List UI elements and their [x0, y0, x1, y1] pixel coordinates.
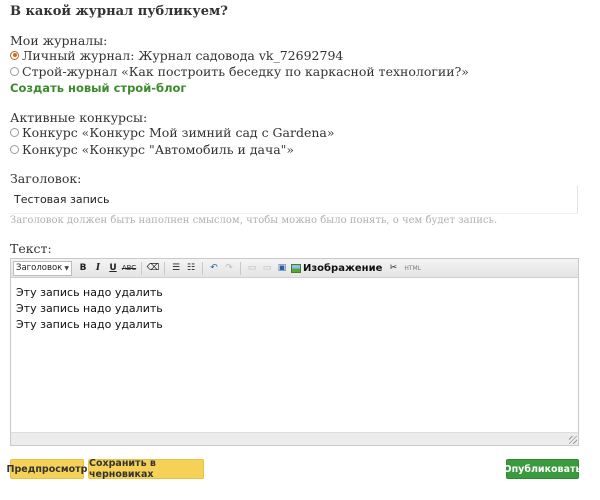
journal-option-personal[interactable]: Личный журнал: Журнал садовода vk_726927…	[10, 47, 343, 63]
create-blog-link[interactable]: Создать новый строй-блог	[10, 81, 186, 95]
underline-icon[interactable]: U	[106, 261, 120, 276]
insert-image-button[interactable]: Изображение	[291, 263, 382, 274]
radio-icon[interactable]	[10, 66, 19, 76]
format-select-value: Заголовок	[16, 263, 63, 273]
title-hint: Заголовок должен быть наполнен смыслом, …	[10, 215, 498, 226]
editor-line: Эту запись надо удалить	[16, 286, 163, 299]
insert-image-label: Изображение	[303, 262, 383, 274]
format-select[interactable]: Заголовок ▼	[13, 260, 72, 276]
preview-button[interactable]: Предпросмотр	[7, 459, 88, 479]
contest-option-label: Конкурс «Конкурс "Автомобиль и дача"»	[22, 141, 295, 157]
editor-statusbar	[11, 432, 578, 445]
editor-line: Эту запись надо удалить	[16, 302, 163, 315]
undo-icon[interactable]: ↶	[207, 261, 221, 276]
link-icon[interactable]: ▭	[245, 261, 259, 276]
contest-option-auto[interactable]: Конкурс «Конкурс "Автомобиль и дача"»	[10, 141, 294, 157]
editor-line: Эту запись надо удалить	[16, 318, 163, 331]
radio-icon[interactable]	[10, 127, 19, 137]
text-label: Текст:	[10, 241, 52, 256]
radio-icon[interactable]	[10, 144, 19, 154]
toolbar-divider	[240, 261, 241, 275]
radio-selected-icon[interactable]	[10, 50, 19, 60]
my-journals-label: Мои журналы:	[10, 33, 108, 48]
resize-handle-icon[interactable]	[569, 436, 577, 444]
contests-label: Активные конкурсы:	[10, 110, 148, 125]
toolbar-divider	[164, 261, 165, 275]
italic-icon[interactable]: I	[91, 261, 105, 276]
save-icon[interactable]: ▣	[275, 261, 289, 276]
toolbar-divider	[202, 261, 203, 275]
title-label: Заголовок:	[10, 171, 82, 186]
bullet-list-icon[interactable]: ☰	[169, 261, 183, 276]
numbered-list-icon[interactable]: ☷	[184, 261, 198, 276]
cut-icon[interactable]: ✂	[386, 261, 400, 276]
redo-icon[interactable]: ↷	[222, 261, 236, 276]
eraser-icon[interactable]: ⌫	[146, 261, 160, 276]
journal-option-label: Строй-журнал «Как построить беседку по к…	[22, 63, 469, 79]
contest-option-label: Конкурс «Конкурс Мой зимний сад с Garden…	[22, 124, 335, 140]
contest-option-gardena[interactable]: Конкурс «Конкурс Мой зимний сад с Garden…	[10, 124, 335, 140]
toolbar-divider	[141, 261, 142, 275]
publish-button[interactable]: Опубликовать	[504, 459, 582, 479]
editor-content[interactable]: Эту запись надо удалить Эту запись надо …	[11, 279, 578, 432]
unlink-icon[interactable]: ▭	[260, 261, 274, 276]
save-draft-button[interactable]: Сохранить в черновиках	[88, 458, 204, 480]
image-icon	[291, 263, 301, 273]
journal-option-label: Личный журнал: Журнал садовода vk_726927…	[22, 47, 344, 63]
editor-toolbar: Заголовок ▼ B I U ABC ⌫ ☰ ☷ ↶ ↷ ▭ ▭ ▣ Из…	[11, 259, 578, 278]
html-source-button[interactable]: HTML	[404, 265, 421, 272]
form-heading: В какой журнал публикуем?	[10, 4, 228, 19]
strikethrough-icon[interactable]: ABC	[121, 261, 137, 276]
journal-option-build[interactable]: Строй-журнал «Как построить беседку по к…	[10, 63, 469, 79]
chevron-down-icon: ▼	[64, 264, 69, 272]
rich-text-editor: Заголовок ▼ B I U ABC ⌫ ☰ ☷ ↶ ↷ ▭ ▭ ▣ Из…	[10, 258, 579, 446]
bold-icon[interactable]: B	[76, 261, 90, 276]
title-input[interactable]	[10, 186, 578, 214]
